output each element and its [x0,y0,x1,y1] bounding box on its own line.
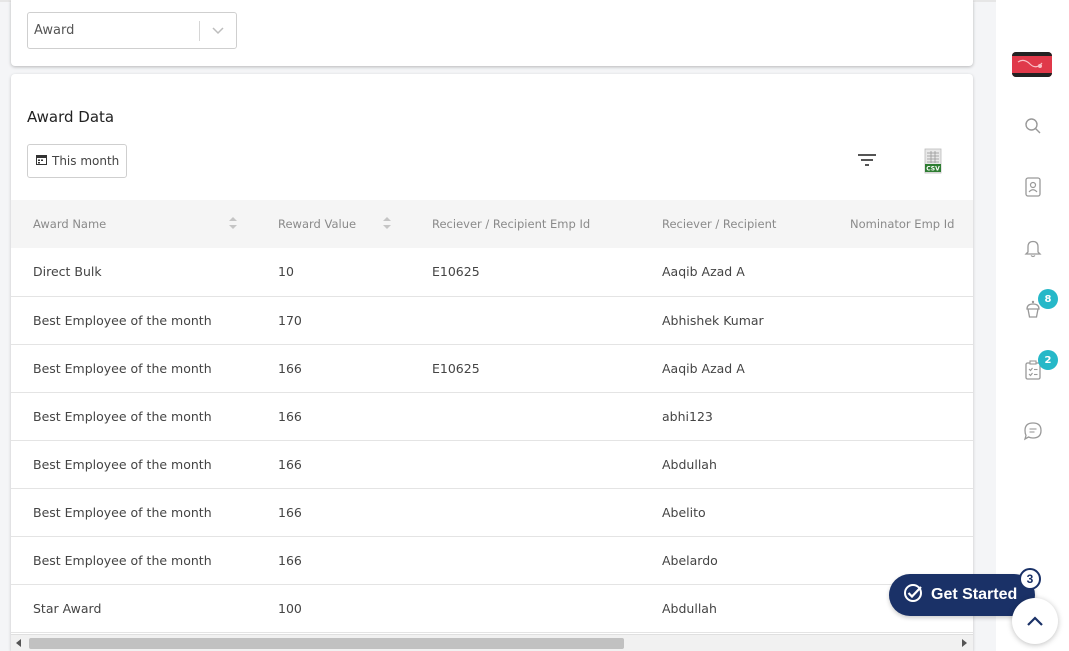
table-cell [828,344,973,392]
chevron-up-icon [1026,612,1044,631]
table-cell: Abelardo [662,552,718,568]
table-cell: Best Employee of the month [33,456,212,472]
table-cell: Abhishek Kumar [662,312,764,328]
table-row: Best Employee of the month 166 Abelito [11,488,973,536]
table-cell [828,248,973,296]
table-cell: 166 [278,456,302,472]
table-cell: Best Employee of the month [33,312,212,328]
award-data-card: Award Data This month CSV Award Name Rewa… [11,74,973,651]
table-cell: Aaqib Azad A [662,360,745,376]
table-cell: abhi123 [662,408,713,424]
table-cell [828,440,973,488]
table-cell: Best Employee of the month [33,504,212,520]
column-header-label: Award Name [33,217,107,231]
column-header: Reciever / Recipient Emp Id [410,200,640,248]
search-icon[interactable] [1020,113,1046,139]
clipboard-badge: 2 [1038,350,1058,370]
chat-icon[interactable] [1020,418,1046,444]
table-cell: Best Employee of the month [33,360,212,376]
award-data-table: Award Name Reward Value Reciever / Recipie… [11,200,973,633]
table-cell [828,296,973,344]
column-header: Nominator Emp Id [828,200,973,248]
column-header-label: Reciever / Recipient [662,217,777,231]
award-type-select[interactable]: Award [27,12,237,49]
scroll-to-top-button[interactable] [1012,598,1058,644]
table-cell [828,488,973,536]
filter-icon[interactable] [857,152,881,172]
chevron-down-icon[interactable] [200,26,236,35]
get-started-badge: 3 [1019,568,1041,590]
get-started-label: Get Started [931,586,1018,603]
table-cell: 166 [278,360,302,376]
table-row: Direct Bulk 10 E10625 Aaqib Azad A [11,248,973,296]
table-cell: Aaqib Azad A [662,264,745,280]
table-header-row: Award Name Reward Value Reciever / Recipie… [11,200,973,248]
table-cell: 166 [278,408,302,424]
table-row: Best Employee of the month 170 Abhishek Ku… [11,296,973,344]
table-cell: Direct Bulk [33,264,102,280]
table-cell [410,584,640,632]
column-header-label: Reciever / Recipient Emp Id [432,217,591,231]
table-row: Best Employee of the month 166 Abdullah [11,440,973,488]
table-cell [828,392,973,440]
sort-icon[interactable] [228,215,238,234]
check-circle-icon [903,583,923,608]
table-cell [410,392,640,440]
column-header: Reciever / Recipient [640,200,828,248]
get-started-button[interactable]: Get Started [889,574,1035,616]
table-cell [410,488,640,536]
table-cell: Best Employee of the month [33,552,212,568]
table-cell: E10625 [432,264,480,280]
table-row: Best Employee of the month 166 abhi123 [11,392,973,440]
contact-card-icon[interactable] [1020,174,1046,200]
calendar-icon [36,154,47,168]
section-title: Award Data [27,108,115,126]
csv-export-icon[interactable]: CSV [923,148,943,174]
right-sidebar: 8 2 [996,0,1069,651]
table-cell: Star Award [33,600,102,616]
table-cell: 166 [278,552,302,568]
table-cell: Abdullah [662,600,717,616]
date-range-label: This month [52,154,120,168]
table-cell: Abelito [662,504,706,520]
table-cell: Abdullah [662,456,717,472]
horizontal-scrollbar[interactable] [11,634,973,651]
column-header-label: Nominator Emp Id [850,217,955,231]
award-type-select-value: Award [34,23,75,38]
column-header[interactable]: Reward Value [256,200,410,248]
table-cell [410,296,640,344]
table-row: Star Award 100 Abdullah [11,584,973,632]
table-cell: 170 [278,312,302,328]
table-row: Best Employee of the month 166 E10625 Aaqib… [11,344,973,392]
column-header[interactable]: Award Name [11,200,256,248]
table-cell: Best Employee of the month [33,408,212,424]
scrollbar-thumb[interactable] [29,638,624,649]
table-cell [410,440,640,488]
table-cell: 166 [278,504,302,520]
filter-card: Award [11,0,973,66]
table-cell: 100 [278,600,302,616]
scroll-left-arrow-icon[interactable] [16,639,21,647]
sort-icon[interactable] [382,215,392,234]
avatar[interactable] [1012,52,1052,77]
scroll-right-arrow-icon[interactable] [962,639,967,647]
table-cell: 10 [278,264,294,280]
table-cell: E10625 [432,360,480,376]
date-range-button[interactable]: This month [27,144,127,178]
table-row: Best Employee of the month 166 Abelardo [11,536,973,584]
column-header-label: Reward Value [278,217,357,231]
cupcake-badge: 8 [1038,289,1058,309]
table-cell [410,536,640,584]
bell-icon[interactable] [1020,235,1046,261]
svg-text:CSV: CSV [926,166,940,173]
